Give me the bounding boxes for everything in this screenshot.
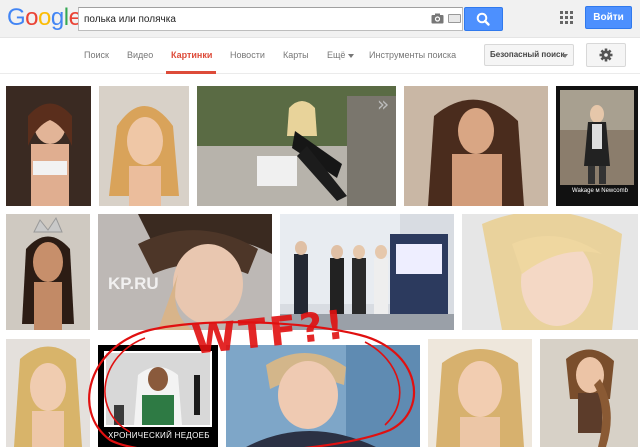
camera-icon[interactable] [431, 13, 444, 24]
logo-letter: o [25, 4, 39, 31]
tab-more-label: Ещё [327, 50, 346, 60]
image-result[interactable] [462, 214, 638, 330]
logo-letter: o [38, 4, 51, 31]
image-result[interactable]: » [197, 86, 396, 206]
image-result[interactable]: Wakage м Newcomb [556, 86, 638, 206]
image-result[interactable] [6, 339, 90, 447]
tab-video[interactable]: Видео [127, 50, 153, 60]
tab-maps[interactable]: Карты [283, 50, 309, 60]
tab-search-tools[interactable]: Инструменты поиска [369, 50, 456, 60]
image-result[interactable] [540, 339, 638, 447]
google-images-page: Google Войти Поиск Видео [0, 0, 640, 447]
image-result[interactable] [428, 339, 532, 447]
tab-news[interactable]: Новости [230, 50, 265, 60]
signin-button[interactable]: Войти [585, 6, 632, 29]
image-result[interactable] [6, 214, 90, 330]
search-box[interactable] [78, 7, 463, 31]
safe-search-dropdown[interactable]: Безопасный поиск [484, 44, 574, 66]
search-input[interactable] [84, 10, 414, 28]
tab-search[interactable]: Поиск [84, 50, 109, 60]
image-result[interactable] [6, 86, 91, 206]
kp-logo: KP.RU [108, 274, 159, 293]
chevron-down-icon [562, 54, 568, 58]
search-icon [476, 12, 490, 26]
search-button[interactable] [464, 7, 503, 31]
svg-text:»: » [377, 92, 389, 116]
meme-caption: ХРОНИЧЕСКИЙ НЕДОЕБ [108, 431, 210, 440]
active-tab-indicator [166, 71, 216, 74]
tab-images[interactable]: Картинки [171, 50, 212, 60]
search-nav: Поиск Видео Картинки Новости Карты Ещё И… [0, 38, 640, 74]
image-result[interactable] [99, 86, 189, 206]
image-caption: Wakage м Newcomb [572, 188, 628, 194]
logo-letter: G [7, 4, 26, 31]
google-logo[interactable]: Google [7, 4, 82, 32]
gear-icon [599, 48, 613, 62]
keyboard-icon[interactable] [448, 14, 461, 23]
image-result[interactable] [404, 86, 548, 206]
apps-grid-icon[interactable] [560, 11, 573, 24]
image-result[interactable] [226, 345, 420, 447]
logo-letter: g [50, 4, 64, 31]
tab-more[interactable]: Ещё [327, 50, 354, 60]
top-bar: Google Войти [0, 0, 640, 38]
chevron-down-icon [347, 53, 354, 58]
safe-search-label: Безопасный поиск [490, 50, 565, 59]
settings-button[interactable] [586, 43, 626, 67]
